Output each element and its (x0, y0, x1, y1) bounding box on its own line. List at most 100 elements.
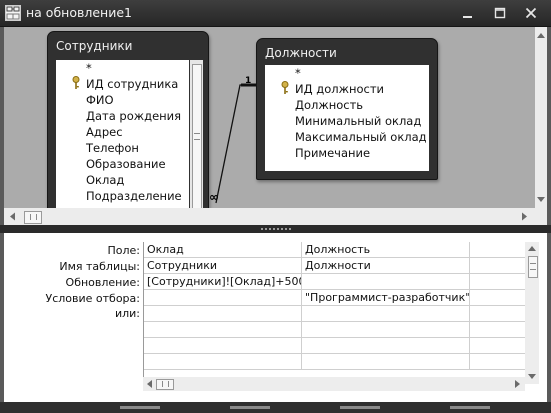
scroll-up-icon[interactable] (535, 29, 547, 43)
grid-cell-update[interactable]: [Сотрудники]![Оклад]+5000 (144, 274, 302, 289)
grid-cell-field[interactable]: Должность (302, 242, 470, 257)
close-icon (525, 7, 537, 19)
grid-vertical-scrollbar[interactable] (525, 242, 539, 384)
field-item[interactable]: ИД должности (295, 81, 384, 97)
scroll-thumb[interactable] (192, 64, 202, 214)
grid-row-update: [Сотрудники]![Оклад]+5000 (144, 274, 526, 290)
field-item[interactable]: Должность (295, 97, 363, 113)
pane-splitter[interactable] (0, 225, 551, 233)
field-item[interactable]: ФИО (86, 92, 114, 108)
scrollbar-corner (535, 208, 547, 225)
scroll-left-icon[interactable] (7, 208, 19, 225)
table-box-positions[interactable]: Должности * ИД должности Должность Миним… (256, 38, 438, 180)
grid-cell-table[interactable] (470, 258, 526, 273)
scroll-thumb[interactable] (24, 211, 42, 224)
relationship-many-label: ∞ (209, 190, 219, 204)
query-designer-window: на обновление1 1 ∞ Сотрудники * ИД сотру… (0, 0, 551, 413)
grid-cell-field[interactable] (470, 242, 526, 257)
grid-cell-empty[interactable] (144, 322, 302, 337)
row-label-criteria: Условие отбора: (45, 292, 141, 305)
scroll-down-icon[interactable] (525, 370, 539, 382)
grid-cell-empty[interactable] (302, 354, 470, 369)
table-name: Должности (265, 46, 337, 60)
window-title: на обновление1 (26, 5, 132, 20)
field-item[interactable]: Телефон (86, 140, 139, 156)
grid-cell-or[interactable] (302, 306, 470, 321)
grid-row-table: Сотрудники Должности (144, 258, 526, 274)
field-item[interactable]: Дата рождения (86, 108, 181, 124)
scroll-right-icon[interactable] (518, 208, 530, 225)
row-label-table: Имя таблицы: (59, 260, 140, 273)
grid-cell-or[interactable] (470, 306, 526, 321)
scroll-thumb[interactable] (528, 256, 538, 278)
field-item[interactable]: Оклад (86, 172, 124, 188)
field-list-scrollbar[interactable] (190, 60, 203, 225)
minimize-button[interactable] (454, 2, 482, 22)
field-list: * ИД должности Должность Минимальный окл… (265, 65, 429, 171)
maximize-icon (494, 7, 506, 19)
field-item[interactable]: ИД сотрудника (86, 76, 178, 92)
field-item[interactable]: Подразделение (86, 188, 182, 204)
grid-row-or (144, 306, 526, 322)
grid-cell-table[interactable]: Сотрудники (144, 258, 302, 273)
primary-key-icon (281, 81, 289, 98)
grid-cell-empty[interactable] (470, 354, 526, 369)
query-grid-pane: Поле: Имя таблицы: Обновление: Условие о… (4, 233, 547, 402)
strip-segment (120, 406, 160, 409)
strip-segment (340, 406, 380, 409)
row-label-update: Обновление: (65, 276, 140, 289)
grid-row-empty (144, 322, 526, 338)
table-box-employees[interactable]: Сотрудники * ИД сотрудника ФИО Дата рожд… (47, 31, 209, 225)
grid-cell-update[interactable] (470, 274, 526, 289)
splitter-grip-icon (261, 228, 291, 230)
strip-segment (230, 406, 270, 409)
grid-cell-criteria[interactable] (144, 290, 302, 305)
field-item[interactable]: Образование (86, 156, 166, 172)
grid-cell-criteria[interactable]: "Программист-разработчик" (302, 290, 470, 305)
grid-cell-table[interactable]: Должности (302, 258, 470, 273)
minimize-icon (463, 16, 472, 18)
grid-row-field: Оклад Должность (144, 242, 526, 258)
scroll-thumb[interactable] (156, 379, 174, 390)
grid-cell-empty[interactable] (302, 338, 470, 353)
close-button[interactable] (517, 2, 545, 22)
scroll-down-icon[interactable] (535, 192, 547, 206)
table-name: Сотрудники (56, 39, 133, 53)
title-bar[interactable]: на обновление1 (0, 0, 551, 27)
grid-cell-empty[interactable] (470, 322, 526, 337)
field-item[interactable]: * (295, 65, 301, 81)
grid-cell-empty[interactable] (144, 354, 302, 369)
maximize-button[interactable] (486, 2, 514, 22)
diagram-horizontal-scrollbar[interactable] (4, 208, 535, 225)
grid-horizontal-scrollbar[interactable] (143, 377, 525, 391)
query-icon (5, 5, 21, 21)
field-item[interactable]: Минимальный оклад (295, 113, 421, 129)
grid-cell-field[interactable]: Оклад (144, 242, 302, 257)
grid-cell-empty[interactable] (144, 338, 302, 353)
scroll-up-icon[interactable] (525, 243, 539, 255)
scroll-right-icon[interactable] (511, 377, 523, 391)
field-item[interactable]: * (86, 60, 92, 76)
field-item[interactable]: Адрес (86, 124, 123, 140)
strip-segment (450, 406, 490, 409)
grid-row-empty (144, 354, 526, 370)
bottom-strip (0, 402, 551, 413)
primary-key-icon (72, 76, 80, 93)
relationship-one-label: 1 (245, 76, 252, 86)
table-diagram-pane[interactable]: 1 ∞ Сотрудники * ИД сотрудника ФИО Дата … (4, 27, 547, 225)
diagram-vertical-scrollbar[interactable] (535, 27, 547, 208)
grid-row-criteria: "Программист-разработчик" (144, 290, 526, 306)
row-label-or: или: (114, 307, 140, 320)
row-label-field: Поле: (107, 244, 140, 257)
scroll-left-icon[interactable] (144, 377, 156, 391)
grid-cell-empty[interactable] (302, 322, 470, 337)
field-item[interactable]: Максимальный оклад (295, 129, 427, 145)
query-design-grid: Оклад Должность Сотрудники Должности [Со… (143, 242, 526, 391)
grid-cell-criteria[interactable] (470, 290, 526, 305)
field-item[interactable]: Примечание (295, 145, 370, 161)
grid-cell-empty[interactable] (470, 338, 526, 353)
grid-cell-or[interactable] (144, 306, 302, 321)
grid-cell-update[interactable] (302, 274, 470, 289)
grid-row-empty (144, 338, 526, 354)
field-list: * ИД сотрудника ФИО Дата рождения Адрес … (56, 60, 189, 225)
